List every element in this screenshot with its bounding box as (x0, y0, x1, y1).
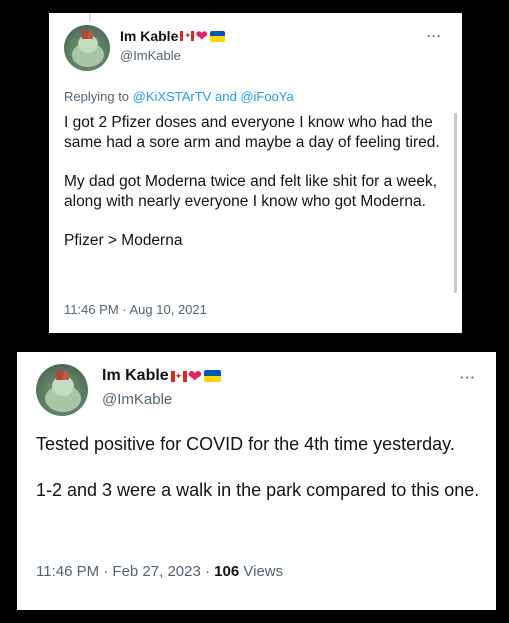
avatar[interactable] (64, 25, 110, 71)
mention-link[interactable]: @iFooYa (240, 89, 293, 104)
tweet-paragraph: Pfizer > Moderna (64, 232, 183, 249)
tweet-meta: 11:46 PM · Feb 27, 2023 · 106 Views (36, 563, 283, 580)
tweet-card-reply[interactable]: Im Kable ✦ ❤ @ImKable ··· Replying to @K… (49, 13, 462, 333)
author-handle[interactable]: @ImKable (102, 391, 172, 408)
tweet-paragraph: I got 2 Pfizer doses and everyone I know… (64, 114, 440, 151)
ukraine-flag-icon (209, 30, 225, 42)
author-name[interactable]: Im Kable (120, 28, 178, 44)
tweet-text: Tested positive for COVID for the 4th ti… (36, 433, 486, 502)
canada-flag-icon: ✦ (170, 370, 187, 382)
red-heart-icon: ❤ (195, 27, 208, 45)
tweet-paragraph: My dad got Moderna twice and felt like s… (64, 173, 438, 210)
mention-link[interactable]: @KiXSTArTV (133, 89, 212, 104)
tweet-paragraph: 1-2 and 3 were a walk in the park compar… (36, 480, 480, 500)
ukraine-flag-icon (203, 370, 221, 382)
author-name-row[interactable]: Im Kable ✦ ❤ (120, 27, 225, 45)
replying-to: Replying to @KiXSTArTV and @iFooYa (64, 89, 294, 104)
red-heart-icon: ❤ (187, 366, 202, 386)
tweet-timestamp[interactable]: 11:46 PM · Feb 27, 2023 · (36, 563, 210, 580)
tweet-text: I got 2 Pfizer doses and everyone I know… (64, 113, 449, 251)
more-options-icon[interactable]: ··· (427, 29, 442, 43)
thread-line (89, 13, 91, 21)
replying-prefix: Replying to (64, 89, 130, 104)
author-handle[interactable]: @ImKable (120, 48, 181, 63)
more-options-icon[interactable]: ··· (460, 370, 476, 385)
tweet-paragraph: Tested positive for COVID for the 4th ti… (36, 434, 455, 454)
tweet-timestamp[interactable]: 11:46 PM · Aug 10, 2021 (64, 302, 207, 317)
author-name-row[interactable]: Im Kable ✦ ❤ (102, 366, 221, 386)
scrollbar[interactable] (454, 113, 457, 293)
tweet-card[interactable]: Im Kable ✦ ❤ @ImKable ··· Tested positiv… (17, 352, 496, 610)
replying-and[interactable]: and (215, 89, 237, 104)
author-name[interactable]: Im Kable (102, 367, 169, 385)
avatar[interactable] (36, 364, 88, 416)
views-label: Views (243, 563, 284, 580)
views-count: 106 (214, 563, 240, 580)
canada-flag-icon: ✦ (180, 31, 195, 41)
